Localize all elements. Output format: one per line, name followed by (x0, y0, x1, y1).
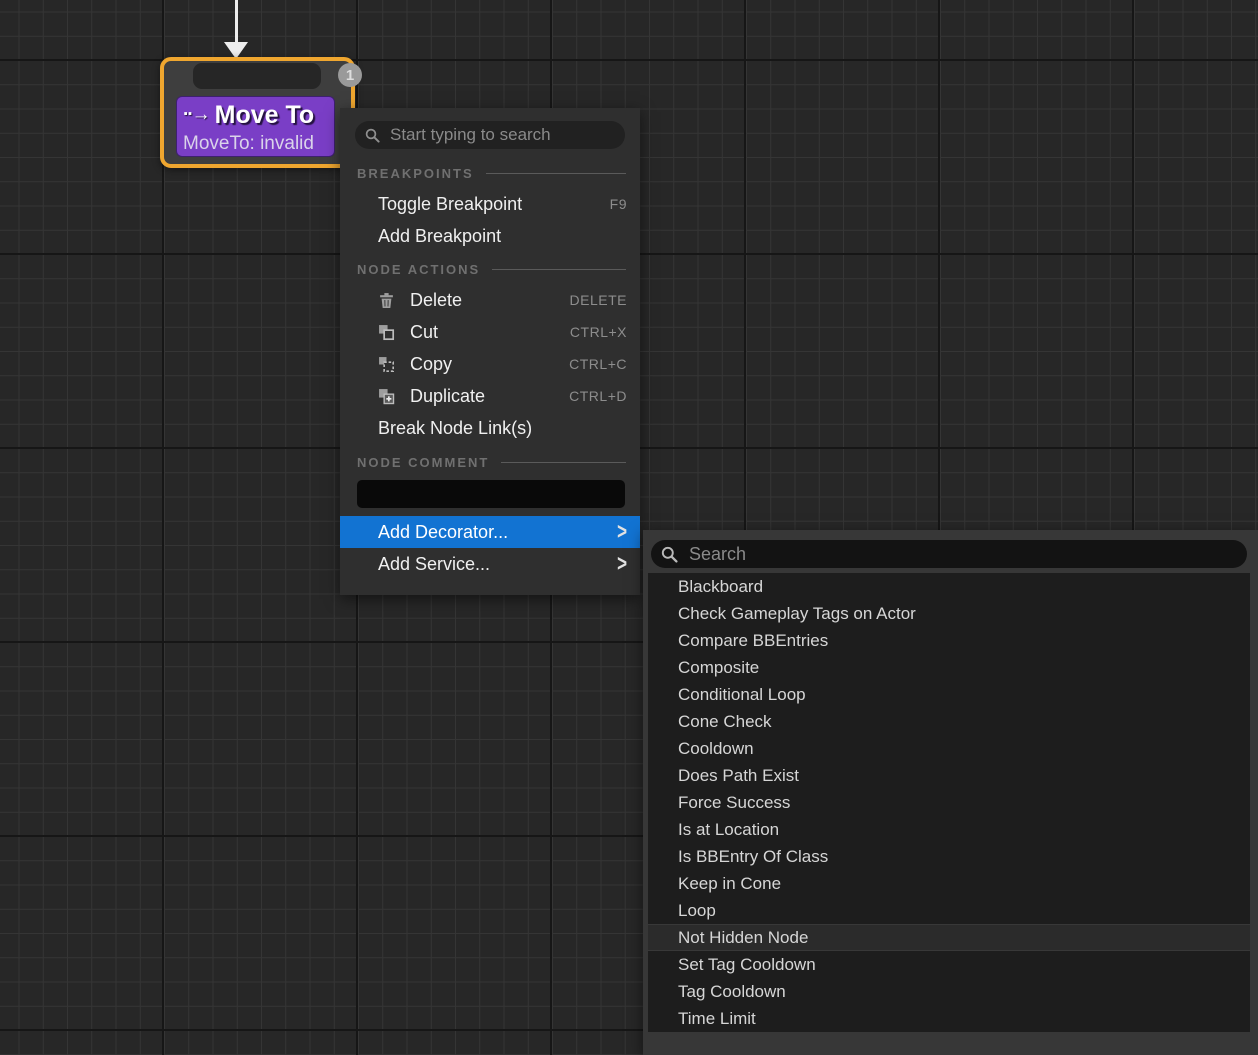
node-title: Move To (215, 101, 315, 130)
node-input-wire (235, 0, 238, 43)
node-subtitle: MoveTo: invalid (183, 132, 334, 155)
menu-item-label: Duplicate (410, 386, 485, 407)
menu-item-label: Add Breakpoint (378, 226, 501, 247)
decorator-option-check-gameplay-tags-on-actor[interactable]: Check Gameplay Tags on Actor (648, 600, 1250, 627)
add-decorator-submenu: BlackboardCheck Gameplay Tags on ActorCo… (643, 530, 1258, 1055)
search-icon (365, 128, 380, 143)
decorator-option-is-at-location[interactable]: Is at Location (648, 816, 1250, 843)
decorator-option-not-hidden-node[interactable]: Not Hidden Node (648, 924, 1250, 951)
menu-item-label: Toggle Breakpoint (378, 194, 522, 215)
menu-item-cut[interactable]: Cut CTRL+X (340, 316, 640, 348)
menu-item-add-breakpoint[interactable]: Add Breakpoint (340, 220, 640, 252)
section-header-breakpoints: BREAKPOINTS (340, 163, 640, 183)
behavior-tree-graph: { "node": { "title": "Move To", "subtitl… (0, 0, 1258, 1055)
node-context-menu: BREAKPOINTS Toggle Breakpoint F9 Add Break… (340, 108, 640, 595)
decorator-option-set-tag-cooldown[interactable]: Set Tag Cooldown (648, 951, 1250, 978)
menu-item-shortcut: CTRL+D (569, 388, 627, 404)
menu-item-delete[interactable]: Delete DELETE (340, 284, 640, 316)
decorator-option-is-bbentry-of-class[interactable]: Is BBEntry Of Class (648, 843, 1250, 870)
chevron-right-icon: > (617, 551, 627, 578)
menu-item-shortcut: DELETE (570, 292, 627, 308)
menu-item-break-node-link-s[interactable]: Break Node Link(s) (340, 412, 640, 444)
menu-item-shortcut: CTRL+C (569, 356, 627, 372)
decorator-option-time-limit[interactable]: Time Limit (648, 1005, 1250, 1032)
menu-item-shortcut: CTRL+X (570, 324, 627, 340)
task-body[interactable]: ··→ Move To MoveTo: invalid (176, 96, 335, 157)
decorator-option-cone-check[interactable]: Cone Check (648, 708, 1250, 735)
menu-item-label: Break Node Link(s) (378, 418, 532, 439)
copy-icon (378, 355, 396, 373)
menu-item-toggle-breakpoint[interactable]: Toggle Breakpoint F9 (340, 188, 640, 220)
menu-item-label: Copy (410, 354, 452, 375)
section-header-node-comment: NODE COMMENT (340, 452, 640, 472)
decorator-option-compare-bbentries[interactable]: Compare BBEntries (648, 627, 1250, 654)
decorator-search[interactable] (651, 540, 1247, 568)
decorator-option-blackboard[interactable]: Blackboard (648, 573, 1250, 600)
decorator-option-does-path-exist[interactable]: Does Path Exist (648, 762, 1250, 789)
duplicate-icon (378, 387, 396, 405)
menu-item-duplicate[interactable]: Duplicate CTRL+D (340, 380, 640, 412)
search-icon (661, 546, 678, 563)
move-to-node[interactable]: 1 ··→ Move To MoveTo: invalid (160, 57, 355, 168)
section-header-node-actions: NODE ACTIONS (340, 259, 640, 279)
menu-item-add-decorator[interactable]: Add Decorator... > (340, 516, 640, 548)
decorator-option-keep-in-cone[interactable]: Keep in Cone (648, 870, 1250, 897)
section-divider (492, 269, 626, 270)
decorator-option-conditional-loop[interactable]: Conditional Loop (648, 681, 1250, 708)
node-actions-section: Delete DELETE Cut CTRL+X Copy CTRL+C Duplicate… (340, 284, 640, 444)
decorator-option-loop[interactable]: Loop (648, 897, 1250, 924)
execution-order-badge: 1 (338, 63, 362, 87)
node-comment-input[interactable] (357, 480, 625, 508)
node-name-slot (193, 63, 321, 89)
decorator-option-force-success[interactable]: Force Success (648, 789, 1250, 816)
section-divider (501, 462, 626, 463)
decorator-list: BlackboardCheck Gameplay Tags on ActorCo… (648, 573, 1250, 1032)
decorator-search-input[interactable] (687, 543, 1237, 566)
decorator-option-composite[interactable]: Composite (648, 654, 1250, 681)
menu-item-shortcut: F9 (610, 196, 627, 212)
decorator-option-tag-cooldown[interactable]: Tag Cooldown (648, 978, 1250, 1005)
decorator-option-cooldown[interactable]: Cooldown (648, 735, 1250, 762)
search-input[interactable] (388, 124, 615, 146)
section-divider (486, 173, 626, 174)
cut-icon (378, 323, 396, 341)
chevron-right-icon: > (617, 519, 627, 546)
context-menu-search[interactable] (355, 121, 625, 149)
menu-item-label: Delete (410, 290, 462, 311)
trash-icon (378, 291, 396, 309)
menu-item-add-service[interactable]: Add Service... > (340, 548, 640, 580)
menu-item-copy[interactable]: Copy CTRL+C (340, 348, 640, 380)
breakpoints-section: Toggle Breakpoint F9 Add Breakpoint (340, 188, 640, 252)
move-to-icon: ··→ (183, 104, 209, 126)
menu-item-label: Cut (410, 322, 438, 343)
